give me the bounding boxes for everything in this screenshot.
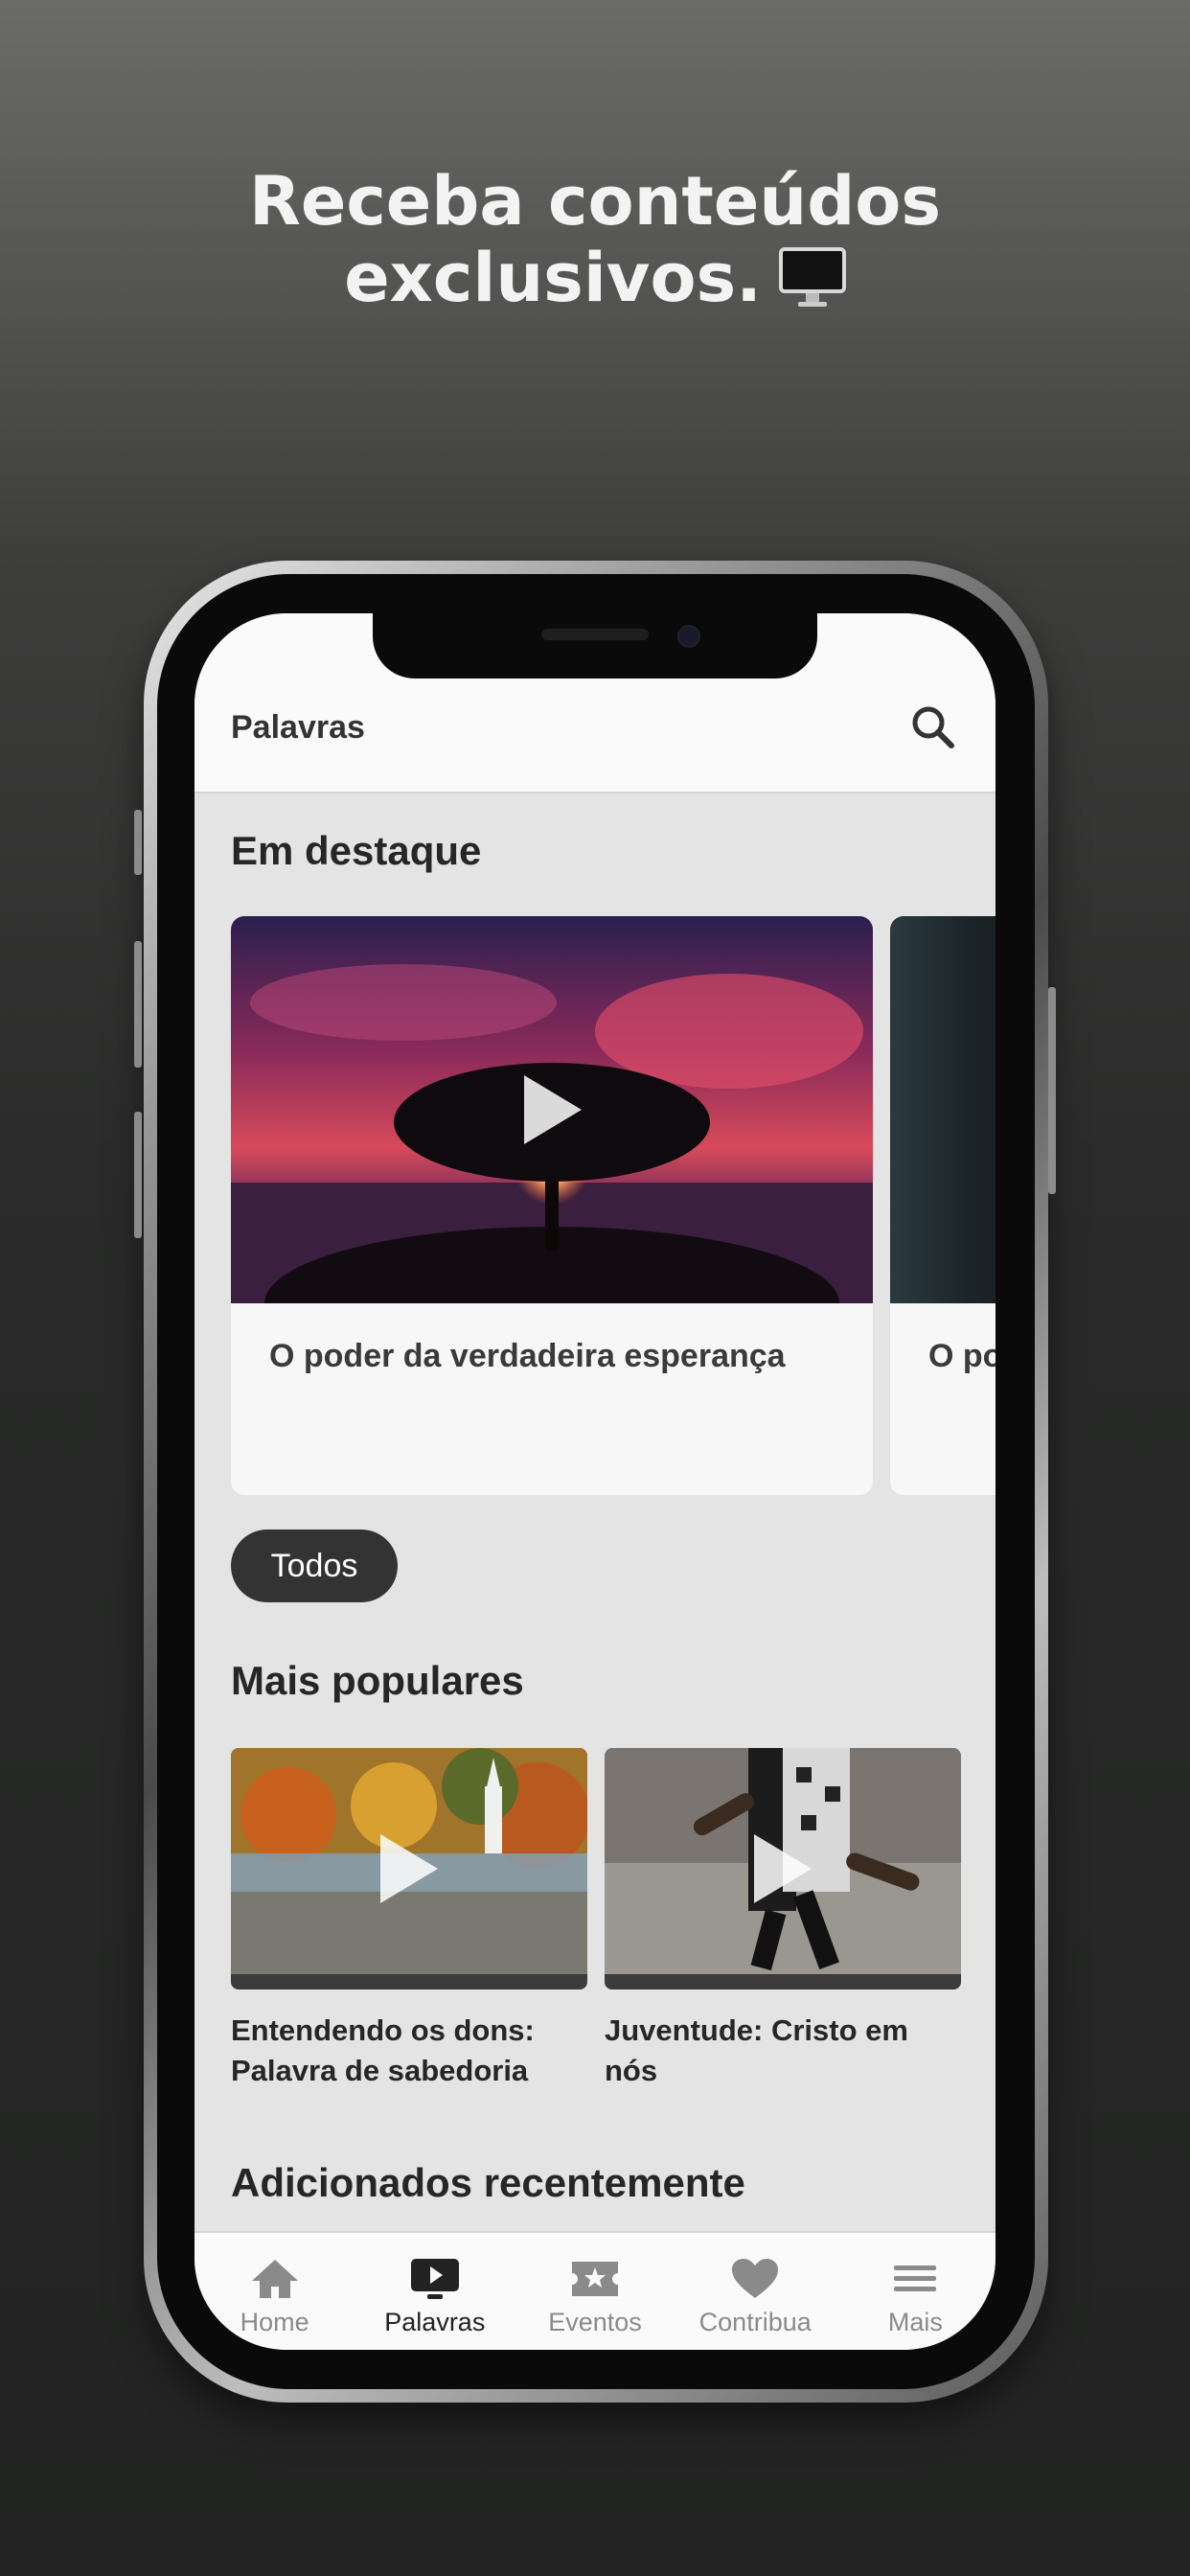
tab-mais[interactable]: Mais: [835, 2233, 995, 2350]
promo-headline: Receba conteúdos exclusivos.: [0, 163, 1190, 316]
tab-eventos[interactable]: Eventos: [515, 2233, 675, 2350]
popular-thumbnail[interactable]: [605, 1748, 961, 1990]
tab-label: Home: [240, 2308, 309, 2336]
popular-section-title: Mais populares: [231, 1658, 524, 1703]
volume-up-button: [134, 941, 142, 1068]
tab-label: Eventos: [548, 2308, 642, 2336]
search-icon[interactable]: [909, 703, 957, 751]
featured-card[interactable]: O poder da verdadeira esperança: [231, 916, 873, 1495]
play-icon[interactable]: [380, 1834, 438, 1903]
featured-card-title: O po: [928, 1338, 995, 1374]
featured-thumbnail: [890, 916, 995, 1303]
play-icon[interactable]: [524, 1075, 582, 1144]
page-title: Palavras: [231, 709, 365, 746]
popular-item-title: Juventude: Cristo em nós: [605, 2013, 908, 2087]
tab-label: Palavras: [384, 2308, 486, 2336]
notch: [373, 613, 817, 678]
headline-line-2: exclusivos.: [344, 239, 762, 317]
menu-icon: [894, 2266, 937, 2291]
power-button: [1048, 987, 1056, 1194]
desktop-computer-icon: [778, 247, 846, 309]
volume-down-button: [134, 1112, 142, 1238]
headline-line-1: Receba conteúdos: [248, 162, 942, 241]
tab-label: Mais: [887, 2308, 943, 2336]
ticket-star-icon: [572, 2262, 618, 2296]
play-icon[interactable]: [754, 1834, 812, 1903]
tab-contribua[interactable]: Contribua: [675, 2233, 835, 2350]
popular-thumbnail[interactable]: [231, 1748, 587, 1990]
tab-home[interactable]: Home: [195, 2233, 355, 2350]
featured-section-title: Em destaque: [231, 828, 482, 873]
recent-section-title: Adicionados recentemente: [231, 2160, 745, 2205]
tab-label: Contribua: [698, 2308, 812, 2336]
popular-item-title: Entendendo os dons: Palavra de sabedoria: [231, 2013, 535, 2087]
featured-card[interactable]: O po: [890, 916, 995, 1495]
tab-bar: Home Palavras Eventos Contribua Mais: [195, 2231, 995, 2350]
phone-screen: Palavras Em destaque O poder da verdadei…: [195, 613, 995, 2350]
video-play-icon: [410, 2259, 459, 2299]
home-icon: [251, 2260, 298, 2298]
heart-icon: [732, 2259, 779, 2298]
filter-chip-todos[interactable]: Todos: [231, 1530, 398, 1602]
featured-card-title: O poder da verdadeira esperança: [269, 1338, 786, 1374]
front-camera: [677, 625, 700, 648]
mute-switch: [134, 810, 142, 875]
tab-palavras[interactable]: Palavras: [355, 2233, 515, 2350]
